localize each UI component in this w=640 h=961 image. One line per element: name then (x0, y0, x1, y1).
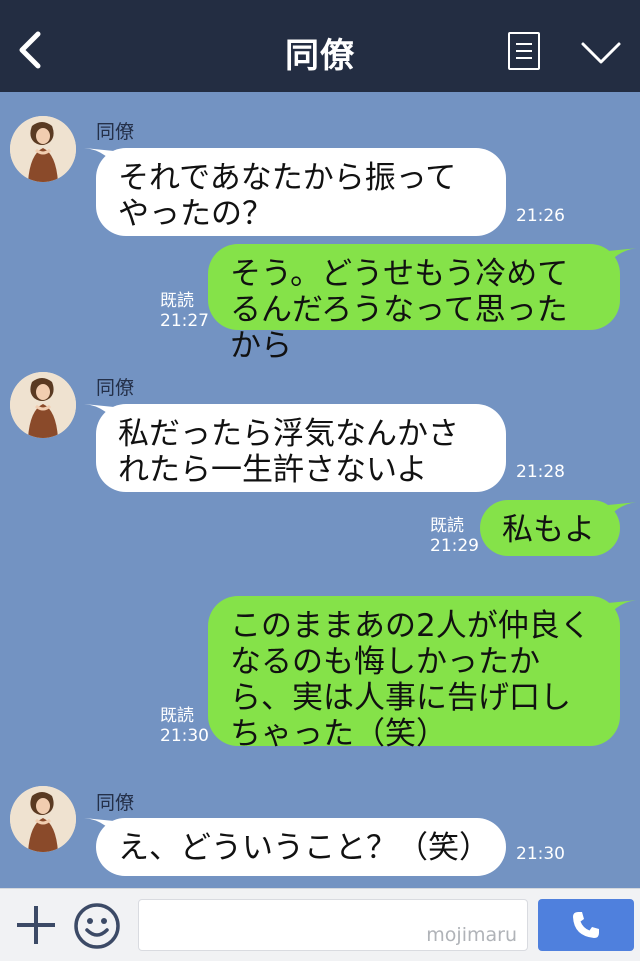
message-bubble-incoming: え、どういうこと？（笑） (96, 818, 506, 876)
message-input[interactable]: mojimaru (138, 899, 528, 951)
message-bubble-outgoing: このままあの2人が仲良くなるのも悔しかったから、実は人事に告げ口しちゃった（笑） (208, 596, 620, 752)
message-bubble-incoming: 私だったら浮気なんかされたら一生許さないよ (96, 404, 506, 492)
smile-icon[interactable] (72, 901, 122, 951)
message-bubble-outgoing: 私もよ (480, 500, 620, 556)
menu-icon[interactable] (508, 32, 540, 70)
avatar[interactable] (10, 786, 76, 852)
avatar[interactable] (10, 116, 76, 182)
message-time: 21:30 (160, 726, 209, 746)
read-receipt: 既読 (430, 516, 464, 536)
sender-name: 同僚 (96, 121, 135, 143)
chevron-down-icon[interactable] (580, 40, 622, 66)
read-receipt: 既読 (160, 291, 194, 311)
message-bubble-incoming: それであなたから振ってやったの？ (96, 148, 506, 236)
message-time: 21:27 (160, 311, 209, 331)
chat-title: 同僚 (285, 36, 355, 76)
sender-name: 同僚 (96, 792, 135, 814)
call-button[interactable] (538, 899, 634, 951)
sender-name: 同僚 (96, 377, 135, 399)
watermark: mojimaru (426, 924, 517, 946)
message-time: 21:29 (430, 536, 479, 556)
phone-icon (573, 912, 599, 938)
plus-icon[interactable] (14, 903, 58, 947)
read-receipt: 既読 (160, 706, 194, 726)
avatar-image (10, 372, 76, 438)
chat-header: 同僚 (0, 0, 640, 92)
input-bar: mojimaru (0, 888, 640, 961)
avatar-image (10, 116, 76, 182)
message-time: 21:30 (516, 844, 565, 864)
avatar[interactable] (10, 372, 76, 438)
message-time: 21:28 (516, 462, 565, 482)
message-time: 21:26 (516, 206, 565, 226)
message-bubble-outgoing: そう。どうせもう冷めてるんだろうなって思ったから (208, 244, 620, 364)
avatar-image (10, 786, 76, 852)
